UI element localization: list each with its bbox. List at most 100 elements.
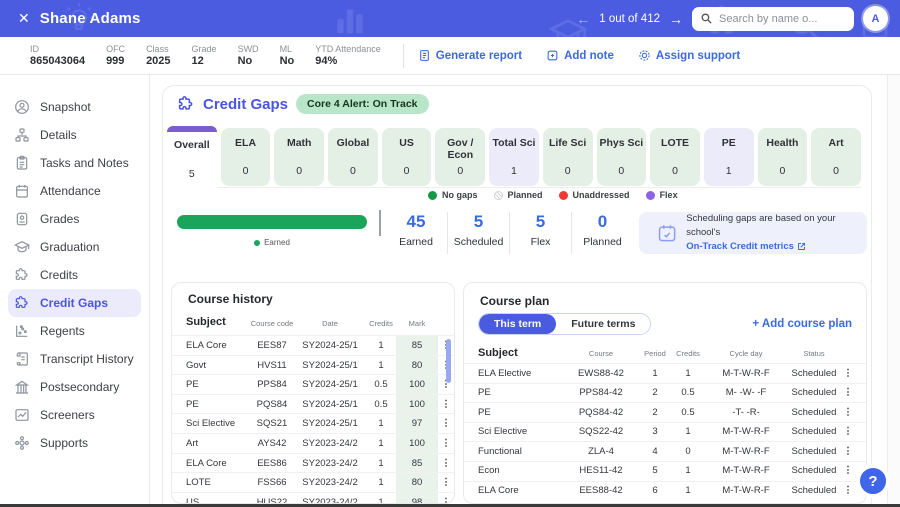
add-course-plan-button[interactable]: + Add course plan	[752, 318, 852, 330]
row-menu-kebab-icon[interactable]: ⋮	[842, 422, 854, 442]
tab-overall[interactable]: Overall5	[167, 126, 217, 189]
tab-ela[interactable]: ELA0	[221, 128, 271, 186]
sidebar-item-label: Regents	[40, 324, 85, 338]
flex-dot-icon	[646, 191, 655, 200]
stat-scheduled: 5Scheduled	[447, 212, 509, 254]
row-menu-kebab-icon[interactable]: ⋮	[842, 481, 854, 501]
sidebar-item-grades[interactable]: Grades	[8, 205, 141, 233]
field-id: ID865043064	[30, 44, 85, 67]
help-button[interactable]: ?	[856, 464, 890, 498]
tab-lote[interactable]: LOTE0	[650, 128, 700, 186]
course-history-header: Subject Course code Date Credits Mark	[172, 311, 454, 335]
sidebar-item-regents[interactable]: Regents	[8, 317, 141, 345]
sidebar-item-attendance[interactable]: Attendance	[8, 177, 141, 205]
row-menu-kebab-icon[interactable]: ⋮	[842, 364, 854, 384]
course-plan-title: Course plan	[480, 294, 549, 308]
sidebar-item-screeners[interactable]: Screeners	[8, 401, 141, 429]
tab-life-sci[interactable]: Life Sci0	[543, 128, 593, 186]
table-row: PEPPS84SY2024-25/10.5100⋮	[172, 374, 454, 394]
stat-earned: 45Earned	[385, 212, 447, 254]
avatar[interactable]: A	[863, 6, 888, 31]
legend-no-gaps: No gaps	[428, 190, 478, 200]
unaddressed-dot-icon	[559, 191, 568, 200]
tab-phys-sci[interactable]: Phys Sci0	[597, 128, 647, 186]
table-row: PEPQS84SY2024-25/10.5100⋮	[172, 394, 454, 414]
field-ytd-attendance: YTD Attendance94%	[315, 44, 381, 67]
person-icon	[14, 99, 30, 115]
tab-pe[interactable]: PE1	[704, 128, 754, 186]
tab-total-sci[interactable]: Total Sci1	[489, 128, 539, 186]
prev-student-arrow-icon[interactable]: ←	[576, 11, 590, 27]
sidebar-item-label: Supports	[40, 436, 88, 450]
table-row: Sci ElectiveSQS22-4231M-T-W-R-FScheduled…	[464, 422, 866, 442]
goal-marker	[379, 210, 381, 236]
row-menu-kebab-icon[interactable]: ⋮	[842, 461, 854, 481]
table-row: Sci ElectiveSQS21SY2024-25/1197⋮	[172, 413, 454, 433]
sidebar-item-label: Credits	[40, 268, 78, 282]
close-icon[interactable]: ✕	[18, 10, 30, 27]
planned-dot-icon	[494, 191, 503, 200]
sidebar-item-graduation[interactable]: Graduation	[8, 233, 141, 261]
legend-flex: Flex	[646, 190, 678, 200]
sidebar-item-credits[interactable]: Credits	[8, 261, 141, 289]
row-menu-kebab-icon[interactable]: ⋮	[842, 383, 854, 403]
sidebar-item-credit-gaps[interactable]: Credit Gaps	[8, 289, 141, 317]
table-row: GovtHVS11SY2024-25/1180⋮	[172, 355, 454, 375]
student-search[interactable]	[692, 7, 854, 31]
sidebar-item-supports[interactable]: Supports	[8, 429, 141, 457]
course-history-panel: Course history Subject Course code Date …	[171, 282, 455, 504]
gap-legend: No gaps Planned Unaddressed Flex	[428, 190, 678, 200]
badge-icon	[14, 211, 30, 227]
table-row: PEPQS84-4220.5-T- -R-Scheduled⋮	[464, 402, 866, 422]
gear-icon	[638, 49, 651, 62]
term-toggle: This term Future terms	[478, 313, 651, 335]
scroll-icon	[14, 351, 30, 367]
puzzle-icon	[177, 95, 195, 113]
sidebar-nav: Snapshot Details Tasks and Notes Attenda…	[0, 75, 150, 507]
sidebar-item-details[interactable]: Details	[8, 121, 141, 149]
tab-gov-econ[interactable]: Gov / Econ0	[435, 128, 485, 186]
scheduling-note: Scheduling gaps are based on your school…	[639, 212, 867, 254]
sidebar-item-postsecondary[interactable]: Postsecondary	[8, 373, 141, 401]
generate-report-button[interactable]: Generate report	[418, 49, 522, 62]
sidebar-item-label: Credit Gaps	[40, 296, 108, 310]
tab-art[interactable]: Art0	[811, 128, 861, 186]
sidebar-item-tasks-and-notes[interactable]: Tasks and Notes	[8, 149, 141, 177]
sidebar-item-snapshot[interactable]: Snapshot	[8, 93, 141, 121]
puzzle-icon	[14, 267, 30, 283]
table-row: USHUS22SY2023-24/2198⋮	[172, 492, 454, 504]
document-icon	[418, 49, 431, 62]
tab-health[interactable]: Health0	[758, 128, 808, 186]
course-history-title: Course history	[188, 292, 273, 306]
row-menu-kebab-icon[interactable]: ⋮	[842, 442, 854, 462]
sidebar-item-label: Postsecondary	[40, 380, 119, 394]
page-title: Credit Gaps	[203, 96, 288, 113]
clipboard-icon	[14, 155, 30, 171]
tab-global[interactable]: Global0	[328, 128, 378, 186]
add-note-button[interactable]: Add note	[546, 49, 614, 62]
divider	[403, 44, 404, 68]
sidebar-item-label: Screeners	[40, 408, 95, 422]
note-text: Scheduling gaps are based on your school…	[686, 213, 835, 238]
search-input[interactable]	[719, 13, 844, 25]
course-plan-header: Subject Course Period Credits Cycle day …	[464, 343, 866, 363]
on-track-credit-metrics-link[interactable]: On-Track Credit metrics	[686, 240, 806, 254]
row-menu-kebab-icon[interactable]: ⋮	[842, 403, 854, 423]
assign-support-button[interactable]: Assign support	[638, 49, 740, 62]
next-student-arrow-icon[interactable]: →	[669, 11, 683, 27]
student-name: Shane Adams	[40, 10, 141, 27]
graduation-cap-icon	[14, 239, 30, 255]
table-row: FunctionalZLA-440M-T-W-R-FScheduled⋮	[464, 441, 866, 461]
legend-planned: Planned	[494, 190, 543, 200]
sidebar-item-label: Snapshot	[40, 100, 91, 114]
sidebar-item-transcript-history[interactable]: Transcript History	[8, 345, 141, 373]
page-scrollbar[interactable]	[887, 75, 900, 507]
row-menu-kebab-icon[interactable]: ⋮	[438, 493, 454, 504]
this-term-toggle[interactable]: This term	[479, 314, 556, 334]
table-row: ArtAYS42SY2023-24/21100⋮	[172, 433, 454, 453]
tab-math[interactable]: Math0	[274, 128, 324, 186]
history-scrollbar[interactable]	[446, 339, 451, 489]
future-terms-toggle[interactable]: Future terms	[556, 314, 650, 334]
tab-us[interactable]: US0	[382, 128, 432, 186]
sidebar-item-label: Tasks and Notes	[40, 156, 129, 170]
